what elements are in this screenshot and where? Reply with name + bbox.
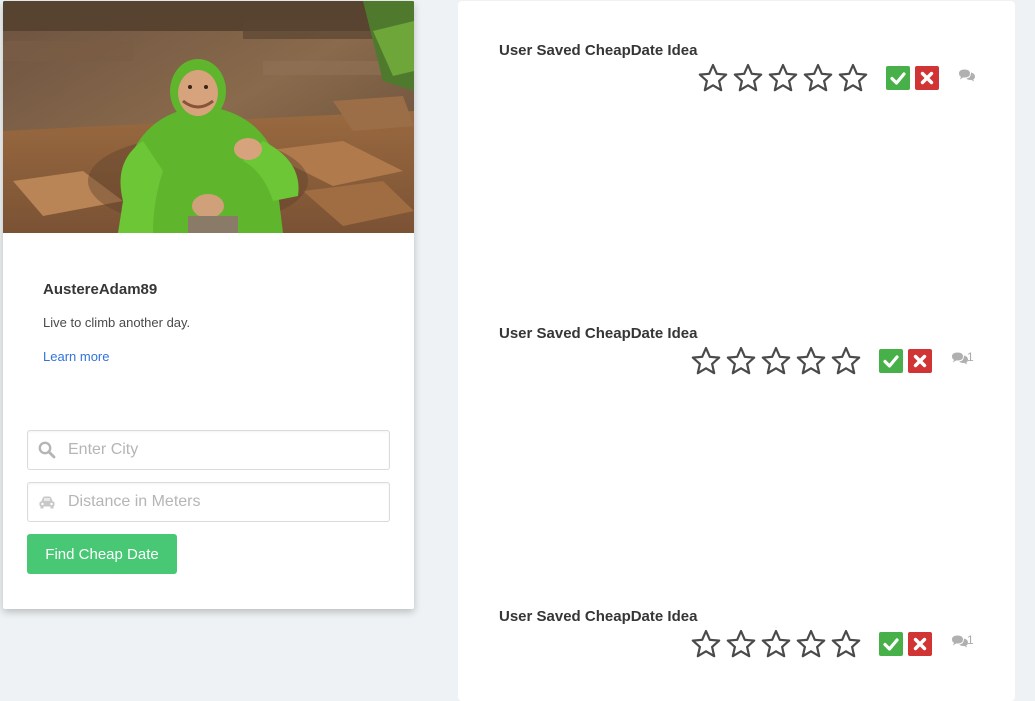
comments-button[interactable]: 1 [951, 632, 981, 652]
comments-button[interactable]: 1 [951, 349, 981, 369]
star-icon[interactable] [795, 628, 827, 660]
city-input[interactable] [68, 431, 378, 469]
saved-ideas-panel: User Saved CheapDate Idea User Saved Che… [458, 1, 1015, 701]
star-icon[interactable] [795, 345, 827, 377]
close-icon [913, 637, 927, 651]
star-icon[interactable] [732, 62, 764, 94]
star-icon[interactable] [830, 345, 862, 377]
accept-button[interactable] [886, 66, 910, 90]
search-icon [38, 441, 56, 459]
comment-count: 1 [967, 633, 974, 647]
star-rating [690, 345, 870, 379]
reject-button[interactable] [908, 632, 932, 656]
star-icon[interactable] [760, 628, 792, 660]
close-icon [913, 354, 927, 368]
star-icon[interactable] [830, 628, 862, 660]
reject-button[interactable] [915, 66, 939, 90]
find-cheap-date-button[interactable]: Find Cheap Date [27, 534, 177, 574]
distance-field [27, 482, 390, 522]
star-icon[interactable] [767, 62, 799, 94]
idea-card: User Saved CheapDate Idea [458, 42, 1015, 122]
profile-card: AustereAdam89 Live to climb another day.… [3, 1, 414, 609]
learn-more-link[interactable]: Learn more [43, 349, 109, 364]
check-icon [883, 638, 899, 651]
city-field [27, 430, 390, 470]
idea-title: User Saved CheapDate Idea [499, 608, 698, 625]
username: AustereAdam89 [43, 281, 158, 298]
star-icon[interactable] [837, 62, 869, 94]
star-icon[interactable] [725, 628, 757, 660]
check-icon [883, 355, 899, 368]
car-icon [38, 493, 56, 511]
distance-input[interactable] [68, 483, 378, 521]
star-rating [690, 628, 870, 662]
star-icon[interactable] [690, 628, 722, 660]
idea-card: User Saved CheapDate Idea 1 [458, 325, 1015, 405]
star-icon[interactable] [690, 345, 722, 377]
user-bio: Live to climb another day. [43, 315, 191, 330]
profile-photo [3, 1, 414, 233]
accept-button[interactable] [879, 349, 903, 373]
star-icon[interactable] [802, 62, 834, 94]
comment-count: 1 [967, 350, 974, 364]
star-icon[interactable] [697, 62, 729, 94]
check-icon [890, 72, 906, 85]
idea-title: User Saved CheapDate Idea [499, 42, 698, 59]
star-rating [697, 62, 877, 96]
comments-icon [959, 69, 975, 82]
accept-button[interactable] [879, 632, 903, 656]
idea-title: User Saved CheapDate Idea [499, 325, 698, 342]
star-icon[interactable] [725, 345, 757, 377]
star-icon[interactable] [760, 345, 792, 377]
reject-button[interactable] [908, 349, 932, 373]
comments-button[interactable] [958, 66, 988, 86]
idea-card: User Saved CheapDate Idea 1 [458, 608, 1015, 688]
close-icon [920, 71, 934, 85]
